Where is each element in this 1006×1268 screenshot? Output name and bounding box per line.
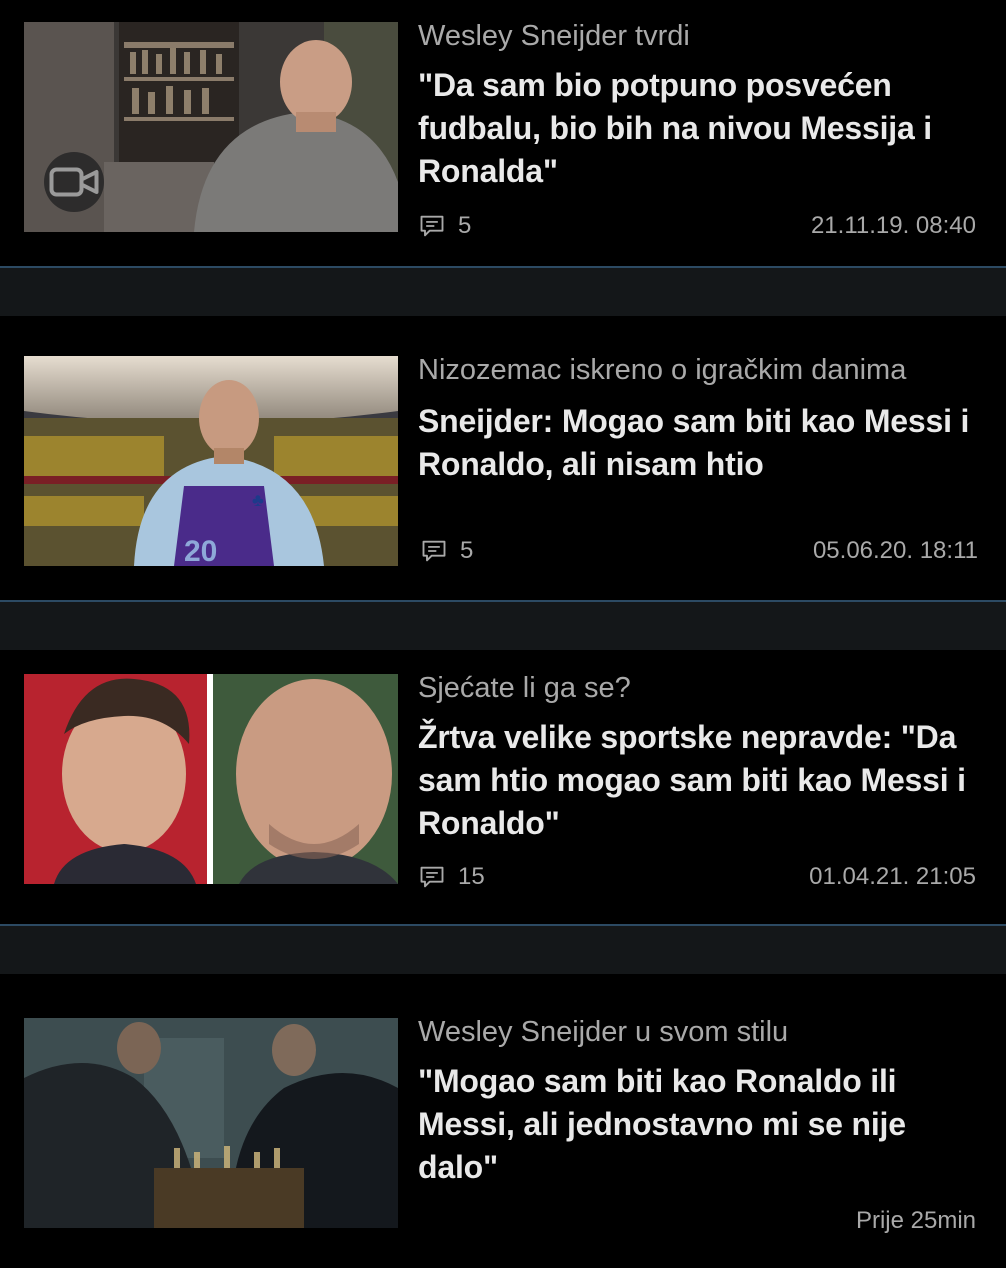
article-date: 05.06.20. 18:11 [812,537,978,564]
comment-count-value: 5 [460,537,474,564]
article-thumbnail[interactable]: ♣ 20 [24,356,398,566]
video-badge [44,152,104,212]
article-headline[interactable]: "Mogao sam biti kao Ronaldo ili Messi, a… [418,1060,978,1189]
comment-bubble-icon [420,866,444,888]
article-card[interactable]: Wesley Sneijder u svom stilu "Mogao sam … [0,974,1006,1268]
stadium-player-photo: ♣ 20 [24,356,398,566]
comment-count[interactable]: 5 [420,536,473,566]
video-camera-icon [49,167,99,197]
article-kicker: Wesley Sneijder tvrdi [418,20,690,52]
article-text: Nizozemac iskreno o igračkim danima Snei… [418,352,978,486]
article-meta: 5 21.11.19. 08:40 [418,211,976,241]
article-thumbnail[interactable] [24,22,398,232]
article-thumbnail[interactable] [24,674,398,884]
article-text: Sjećate li ga se? Žrtva velike sportske … [418,670,978,845]
article-card[interactable]: Wesley Sneijder tvrdi "Da sam bio potpun… [0,0,1006,266]
comment-bubble-icon [422,540,446,562]
article-headline[interactable]: "Da sam bio potpuno posvećen fudbalu, bi… [418,64,978,193]
comment-count[interactable]: 15 [418,862,485,892]
feed-divider [0,600,1006,650]
article-thumbnail[interactable] [24,1018,398,1228]
article-headline[interactable]: Sneijder: Mogao sam biti kao Messi i Ron… [418,400,978,486]
article-text: Wesley Sneijder u svom stilu "Mogao sam … [418,1014,978,1189]
article-card[interactable]: Sjećate li ga se? Žrtva velike sportske … [0,650,1006,924]
comment-count-value: 15 [458,863,485,890]
portrait-comparison-photo [24,674,398,884]
svg-text:20: 20 [184,535,217,566]
feed-divider [0,924,1006,974]
comment-count[interactable]: 5 [418,211,471,241]
article-text: Wesley Sneijder tvrdi "Da sam bio potpun… [418,18,978,193]
chess-players-photo [24,1018,398,1228]
comment-bubble-icon [420,215,444,237]
article-date: 21.11.19. 08:40 [810,212,976,239]
news-feed: Wesley Sneijder tvrdi "Da sam bio potpun… [0,0,1006,1268]
article-meta: 15 01.04.21. 21:05 [418,862,976,892]
feed-divider [0,266,1006,316]
article-kicker: Wesley Sneijder u svom stilu [418,1016,789,1048]
article-card[interactable]: ♣ 20 Nizozemac iskreno o igračkim danima… [0,316,1006,600]
article-headline[interactable]: Žrtva velike sportske nepravde: "Da sam … [418,716,978,845]
comment-count-value: 5 [458,212,472,239]
svg-text:♣: ♣ [252,490,264,510]
article-kicker: Sjećate li ga se? [418,672,631,704]
article-meta: Prije 25min [418,1206,976,1236]
article-kicker: Nizozemac iskreno o igračkim danima [418,354,907,386]
article-date: Prije 25min [855,1207,976,1234]
article-date: 01.04.21. 21:05 [809,863,976,890]
article-meta: 5 05.06.20. 18:11 [420,536,978,566]
